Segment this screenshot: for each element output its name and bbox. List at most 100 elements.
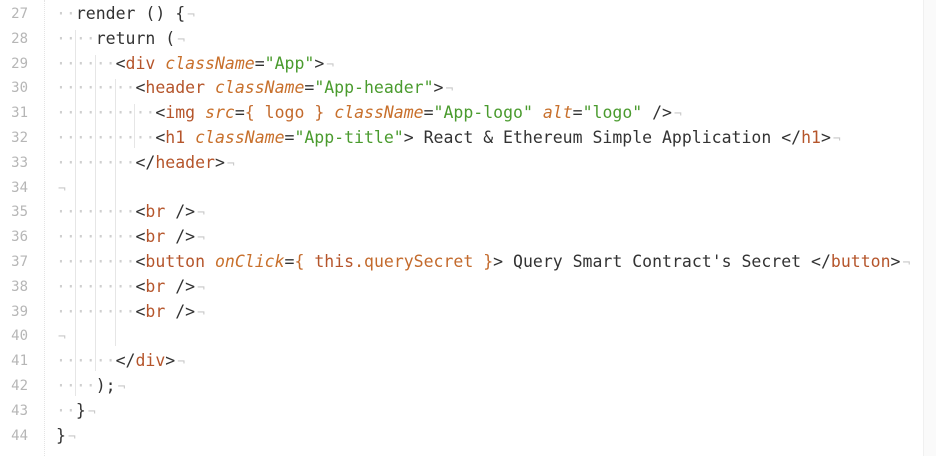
code-editor[interactable]: 27 ··render () {¬ 28 ····return (¬ 29 ······<… [0,0,936,456]
code-line[interactable]: 28 ····return (¬ [0,27,936,52]
newline-marker: ¬ [58,330,66,346]
indent-whitespace-marks: ········ [56,252,136,271]
code-text: = [234,103,245,123]
code-line[interactable]: 29 ······<div className="App"> ¬ [0,52,936,77]
code-line[interactable]: 42 ····); ¬ [0,374,936,399]
line-number: 42 [11,378,28,394]
tag-name: header [145,78,206,98]
tag-name: img [165,103,196,123]
code-text: return ( [95,28,176,48]
code-line[interactable]: 35 ········<br /> ¬ [0,200,936,225]
line-number: 38 [11,278,28,295]
code-text: /> [165,227,196,247]
code-text: } [75,400,86,420]
line-number: 33 [11,154,28,171]
tag-name: br [145,301,166,321]
newline-marker: ¬ [117,380,126,395]
line-content: ¬ [56,176,66,203]
code-line[interactable]: 39 ········<br /> ¬ [0,300,936,325]
line-content: ··········<img src={ logo } className="A… [56,101,682,128]
tag-name: button [830,252,891,271]
newline-marker: ¬ [87,404,96,420]
line-content: ··render () {¬ [56,2,195,29]
newline-marker: ¬ [197,305,205,321]
line-number: 30 [11,80,28,97]
newline-marker: ¬ [67,429,76,445]
code-line[interactable]: 36 ········<br /> ¬ [0,225,936,250]
newline-marker: ¬ [445,82,454,98]
indent-whitespace-marks: ········ [56,78,136,98]
line-content: ········<br /> ¬ [56,300,205,327]
code-line[interactable]: 43 ··} ¬ [0,399,936,424]
line-number: 43 [11,402,28,419]
code-line[interactable]: 41 ······</div> ¬ [0,349,936,374]
code-text: < [135,202,146,222]
code-text: > [165,351,176,371]
code-line[interactable]: 31 ··········<img src={ logo } className=… [0,101,936,126]
code-text: </ [135,152,156,172]
line-number: 39 [11,303,28,320]
indent-whitespace-marks: ·· [56,4,76,23]
code-text: = [254,53,265,73]
code-text: ); [95,376,116,395]
code-line[interactable]: 27 ··render () {¬ [0,2,936,27]
code-text: > React & Ethereum Simple Application </ [403,128,802,147]
tag-name: h1 [165,128,186,147]
line-content: ········<button onClick={ this.querySecr… [56,250,910,277]
attribute-name: alt [542,103,573,123]
line-number: 32 [11,130,28,146]
this-keyword: this [314,252,355,271]
code-line[interactable]: 37 ········<button onClick={ this.querySe… [0,250,936,275]
code-line[interactable]: 38 ········<br /> ¬ [0,275,936,300]
newline-marker: ¬ [832,132,841,147]
code-text: > [890,252,901,271]
code-line[interactable]: 32 ··········<h1 className="App-title"> R… [0,126,936,151]
indent-guide [94,54,96,371]
code-text: > [214,152,225,172]
code-line[interactable]: 40 ¬ [0,324,936,349]
newline-marker: ¬ [58,181,66,197]
string-literal: "App-title" [294,128,404,147]
string-literal: "logo" [582,103,643,123]
code-line[interactable]: 34 ¬ [0,176,936,201]
code-line[interactable]: 30 ········<header className="App-header"… [0,76,936,101]
indent-whitespace-marks: ········ [56,152,136,172]
code-text: < [135,78,146,98]
newline-marker: ¬ [197,280,205,296]
indent-whitespace-marks: ·· [56,400,76,420]
line-content: ····); ¬ [56,374,125,401]
tag-name: br [145,227,166,247]
line-number: 31 [11,105,28,122]
tag-name: div [135,351,166,371]
attribute-name: onClick [214,252,285,271]
code-text: > Query Smart Contract's Secret </ [493,252,831,271]
tag-name: button [145,252,206,271]
newline-marker: ¬ [187,8,195,23]
jsx-expression: .querySecret } [354,252,494,271]
code-line[interactable]: 44} ¬ [0,424,936,449]
code-line[interactable]: 33 ········</header> ¬ [0,151,936,176]
indent-whitespace-marks: ········ [56,301,136,321]
line-content: } ¬ [56,424,76,451]
line-number: 34 [11,179,28,196]
code-text: /> [165,301,196,321]
indent-whitespace-marks: ·········· [56,103,156,123]
indent-whitespace-marks: ······ [56,53,116,73]
code-text: = [284,252,295,271]
indent-whitespace-marks: ········ [56,227,136,247]
line-number: 36 [11,229,28,246]
attribute-name: className [165,53,255,73]
line-content: ······<div className="App"> ¬ [56,52,334,79]
newline-marker: ¬ [177,32,186,48]
line-number: 40 [11,328,28,345]
line-content: ········<br /> ¬ [56,275,205,302]
line-number: 41 [11,353,28,370]
code-text: = [284,128,295,147]
line-number: 27 [11,6,28,22]
line-content: ········<header className="App-header"> ¬ [56,76,453,103]
vertical-scrollbar[interactable] [923,0,936,456]
code-text: > [433,78,444,98]
indent-whitespace-marks: ······ [56,351,116,371]
tag-name: h1 [801,128,821,147]
